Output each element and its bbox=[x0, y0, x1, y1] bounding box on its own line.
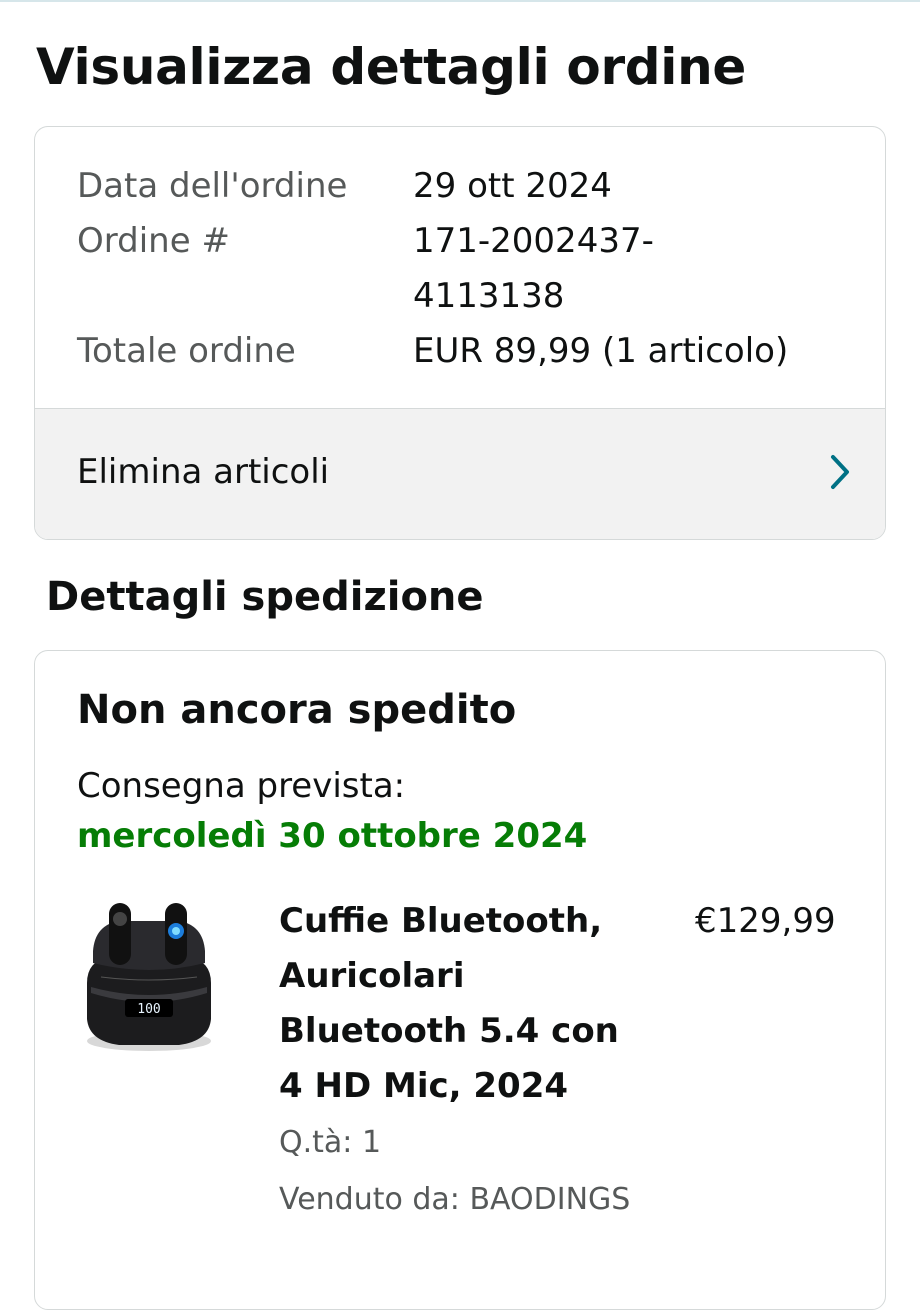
order-total-label: Totale ordine bbox=[77, 331, 296, 371]
chevron-right-icon bbox=[831, 455, 849, 489]
product-title-link[interactable]: Cuffie Bluetooth, Auricolari Bluetooth 5… bbox=[279, 894, 639, 1114]
delivery-date: mercoledì 30 ottobre 2024 bbox=[77, 816, 588, 856]
order-summary-card: Data dell'ordine 29 ott 2024 Ordine # 17… bbox=[34, 126, 886, 540]
delete-items-button[interactable]: Elimina articoli bbox=[35, 409, 885, 539]
order-number-value-line1: 171-2002437- bbox=[413, 221, 654, 261]
top-divider bbox=[0, 0, 920, 2]
page-title: Visualizza dettagli ordine bbox=[36, 38, 747, 96]
shipment-status: Non ancora spedito bbox=[77, 687, 517, 733]
order-number-label: Ordine # bbox=[77, 221, 230, 261]
earbuds-product-image[interactable]: 100 bbox=[79, 891, 219, 1061]
delete-items-label: Elimina articoli bbox=[77, 452, 330, 492]
product-price: €129,99 bbox=[695, 901, 836, 941]
delivery-label: Consegna prevista: bbox=[77, 766, 406, 806]
order-date-label: Data dell'ordine bbox=[77, 166, 348, 206]
order-date-value: 29 ott 2024 bbox=[413, 166, 612, 206]
case-display-text: 100 bbox=[137, 1002, 160, 1017]
product-quantity: Q.tà: 1 bbox=[279, 1125, 382, 1160]
shipment-card: Non ancora spedito Consegna prevista: me… bbox=[34, 650, 886, 1310]
order-number-value-line2: 4113138 bbox=[413, 276, 565, 316]
shipment-section-title: Dettagli spedizione bbox=[46, 574, 484, 620]
product-seller: Venduto da: BAODINGS bbox=[279, 1182, 631, 1217]
order-total-value: EUR 89,99 (1 articolo) bbox=[413, 331, 789, 371]
